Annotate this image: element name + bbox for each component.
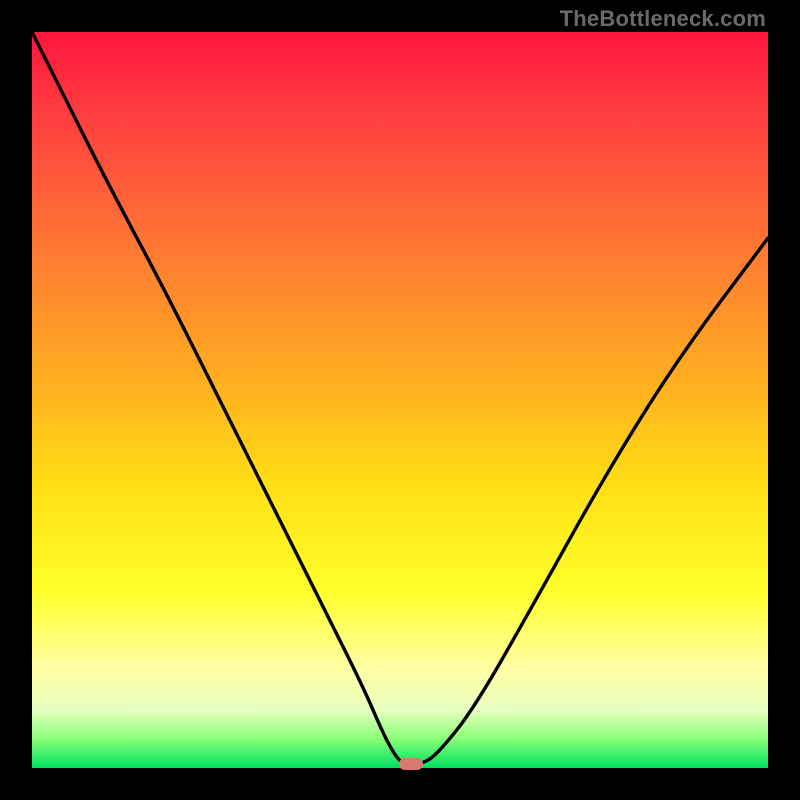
plot-area <box>32 32 768 768</box>
curve-svg <box>32 32 768 768</box>
watermark-text: TheBottleneck.com <box>560 6 766 32</box>
optimum-marker <box>399 758 423 770</box>
chart-frame: TheBottleneck.com <box>0 0 800 800</box>
bottleneck-curve-path <box>32 32 768 764</box>
